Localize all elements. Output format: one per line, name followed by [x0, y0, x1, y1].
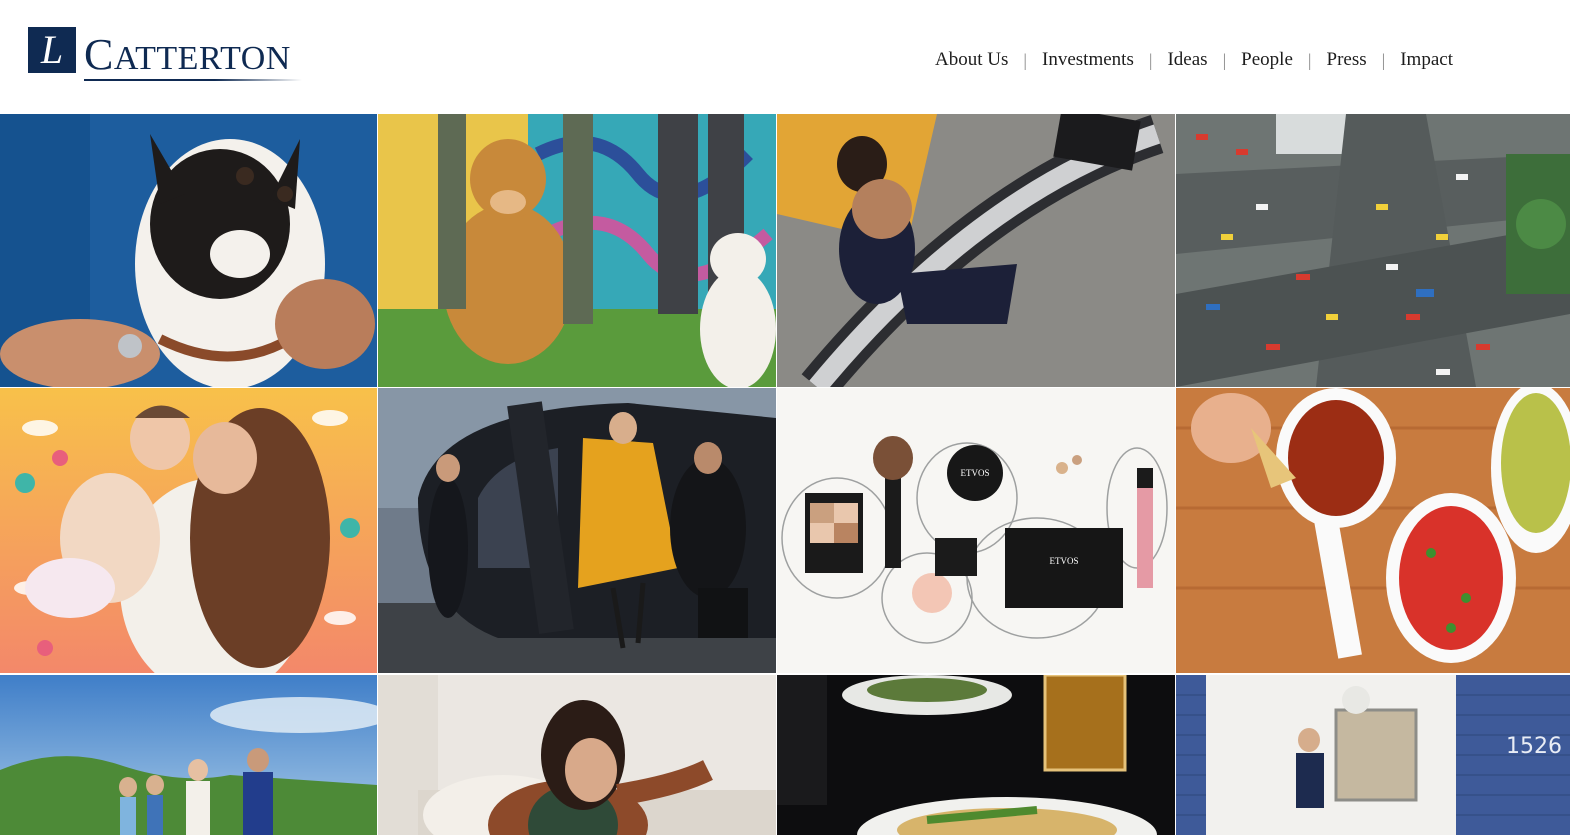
nav-separator: | — [1307, 49, 1312, 70]
tile-dogs-mural[interactable] — [378, 114, 776, 387]
main-nav: About Us | Investments | Ideas | People … — [935, 49, 1453, 71]
tile-dog-vet-checkup[interactable] — [0, 114, 377, 387]
tile-etvos-cosmetics[interactable]: ETVOS ETVOS — [777, 388, 1175, 673]
etvos-jar-label: ETVOS — [961, 468, 990, 478]
nav-separator: | — [1023, 49, 1028, 70]
logo-mark: L — [28, 27, 76, 73]
city-intersection-image — [1176, 114, 1570, 387]
tile-woman-couch[interactable] — [378, 675, 776, 835]
tile-helicopter-fashion[interactable] — [378, 388, 776, 673]
tile-salsa-dips[interactable] — [1176, 388, 1570, 673]
tile-mother-baby[interactable] — [0, 388, 377, 673]
tile-family-outdoors[interactable] — [0, 675, 377, 835]
tile-rowing-machine[interactable] — [777, 114, 1175, 387]
rowing-machine-image — [777, 114, 1175, 387]
site-header: L CATTERTON About Us | Investments | Ide… — [0, 0, 1570, 114]
nav-impact[interactable]: Impact — [1400, 49, 1453, 71]
tile-city-intersection[interactable] — [1176, 114, 1570, 387]
salsa-dips-image — [1176, 388, 1570, 673]
nav-people[interactable]: People — [1241, 49, 1293, 71]
woman-couch-image — [378, 675, 776, 835]
logo-wordmark: CATTERTON — [84, 27, 302, 81]
nav-investments[interactable]: Investments — [1042, 49, 1134, 71]
logo-underline — [84, 79, 302, 81]
dog-vet-image — [0, 114, 377, 387]
nav-press[interactable]: Press — [1327, 49, 1367, 71]
house-number: 1526 — [1506, 734, 1562, 759]
nav-separator: | — [1222, 49, 1227, 70]
tile-dining-table[interactable] — [777, 675, 1175, 835]
helicopter-fashion-image — [378, 388, 776, 673]
family-outdoors-image — [0, 675, 377, 835]
tile-house-door[interactable]: 1526 — [1176, 675, 1570, 835]
etvos-box-label: ETVOS — [1050, 556, 1079, 566]
dining-table-image — [777, 675, 1175, 835]
house-door-image: 1526 — [1176, 675, 1570, 835]
catterton-logo[interactable]: L CATTERTON — [28, 27, 302, 81]
dogs-mural-image — [378, 114, 776, 387]
portfolio-image-grid: ETVOS ETVOS 1526 — [0, 114, 1570, 835]
nav-about-us[interactable]: About Us — [935, 49, 1008, 71]
nav-separator: | — [1148, 49, 1153, 70]
nav-ideas[interactable]: Ideas — [1167, 49, 1207, 71]
nav-separator: | — [1381, 49, 1386, 70]
etvos-cosmetics-image: ETVOS ETVOS — [777, 388, 1175, 673]
mother-baby-image — [0, 388, 377, 673]
